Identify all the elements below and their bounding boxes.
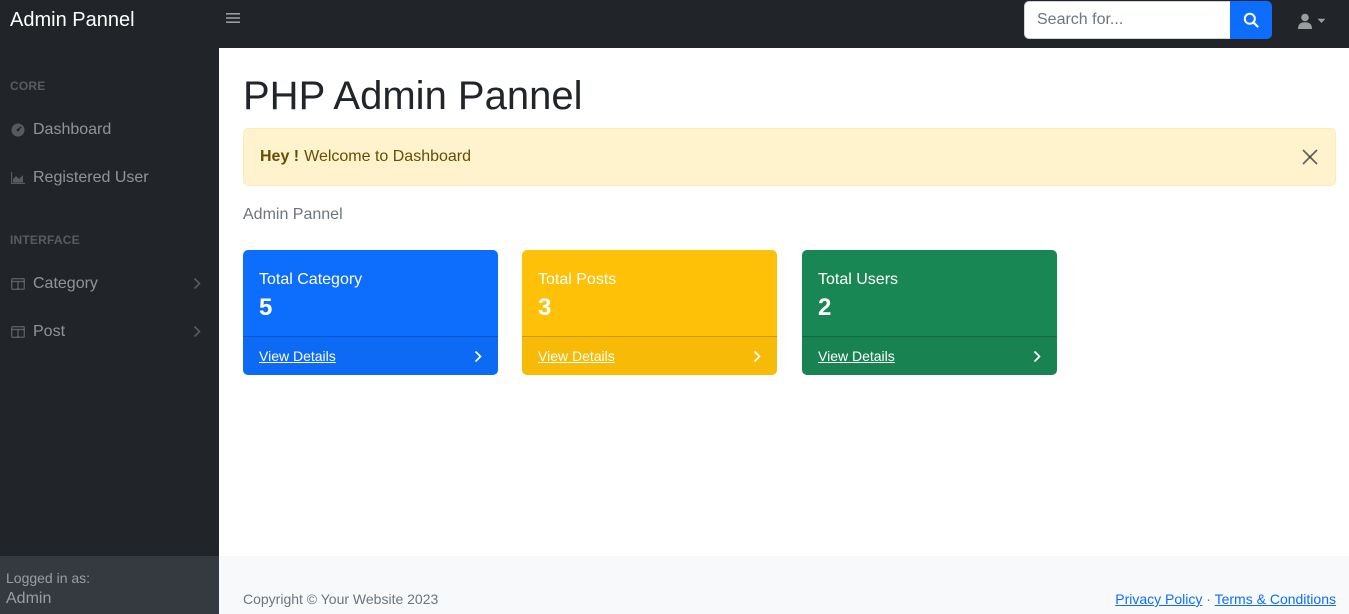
- card-value: 3: [538, 294, 552, 321]
- sidebar-item-post[interactable]: Post: [0, 312, 219, 352]
- close-alert-button[interactable]: [1301, 148, 1319, 166]
- sidebar-item-label: Dashboard: [33, 121, 112, 138]
- tachometer-icon: [10, 123, 25, 138]
- user-icon: [1298, 13, 1312, 29]
- card-footer: View Details: [243, 336, 498, 375]
- sidebar-item-dashboard[interactable]: Dashboard: [0, 110, 219, 150]
- main-content: PHP Admin Pannel Hey ! Welcome to Dashbo…: [219, 48, 1349, 614]
- chart-area-icon: [10, 171, 25, 186]
- footer-separator: ·: [1206, 591, 1211, 607]
- card-footer: View Details: [802, 336, 1057, 375]
- columns-icon: [10, 325, 25, 340]
- card-title: Total Category: [259, 271, 363, 288]
- sidebar: CORE Dashboard Registered User INTERFACE: [0, 48, 219, 614]
- sidebar-item-label: Post: [33, 323, 66, 340]
- user-dropdown-button[interactable]: [1297, 11, 1331, 31]
- sidebar-toggle-button[interactable]: [226, 11, 242, 29]
- card-value: 5: [259, 294, 273, 321]
- card-total-posts: Total Posts 3 View Details: [522, 250, 777, 375]
- sidebar-item-registered-user[interactable]: Registered User: [0, 158, 219, 198]
- terms-link[interactable]: Terms & Conditions: [1215, 591, 1336, 607]
- alert-strong-text: Hey !: [260, 148, 300, 165]
- chevron-right-icon: [753, 350, 761, 368]
- copyright-text: Copyright © Your Website 2023: [243, 591, 439, 607]
- sidebar-heading-core: CORE: [10, 79, 46, 93]
- card-total-users: Total Users 2 View Details: [802, 250, 1057, 375]
- bars-icon: [226, 13, 240, 23]
- search-icon: [1243, 12, 1259, 28]
- sidebar-item-category[interactable]: Category: [0, 264, 219, 304]
- alert-text: Welcome to Dashboard: [304, 148, 472, 165]
- page-footer: Copyright © Your Website 2023 Privacy Po…: [219, 556, 1349, 614]
- chevron-right-icon: [474, 350, 482, 368]
- search-button[interactable]: [1230, 1, 1272, 39]
- chevron-right-icon: [193, 325, 201, 343]
- top-navbar: Admin Pannel: [0, 0, 1349, 48]
- view-details-link[interactable]: View Details: [818, 348, 895, 364]
- caret-down-icon: [1317, 18, 1326, 23]
- sidebar-heading-interface: INTERFACE: [10, 233, 80, 247]
- card-title: Total Posts: [538, 271, 617, 288]
- chevron-right-icon: [1033, 350, 1041, 368]
- sidebar-item-label: Registered User: [33, 169, 149, 186]
- card-title: Total Users: [818, 271, 899, 288]
- page-title: PHP Admin Pannel: [243, 74, 583, 118]
- view-details-link[interactable]: View Details: [538, 348, 615, 364]
- view-details-link[interactable]: View Details: [259, 348, 336, 364]
- search-group: [1024, 1, 1272, 39]
- search-input[interactable]: [1024, 1, 1230, 39]
- columns-icon: [10, 277, 25, 292]
- welcome-alert: Hey ! Welcome to Dashboard: [243, 128, 1336, 186]
- sidebar-footer: Logged in as: Admin: [0, 556, 219, 614]
- logged-in-user: Admin: [6, 590, 52, 607]
- card-footer: View Details: [522, 336, 777, 375]
- chevron-right-icon: [193, 277, 201, 295]
- card-total-category: Total Category 5 View Details: [243, 250, 498, 375]
- breadcrumb: Admin Pannel: [243, 206, 343, 223]
- navbar-brand[interactable]: Admin Pannel: [10, 9, 135, 32]
- card-value: 2: [818, 294, 832, 321]
- privacy-policy-link[interactable]: Privacy Policy: [1115, 591, 1202, 607]
- close-icon: [1302, 149, 1318, 165]
- logged-in-label: Logged in as:: [6, 570, 91, 586]
- sidebar-item-label: Category: [33, 275, 98, 292]
- footer-links: Privacy Policy · Terms & Conditions: [1115, 591, 1336, 607]
